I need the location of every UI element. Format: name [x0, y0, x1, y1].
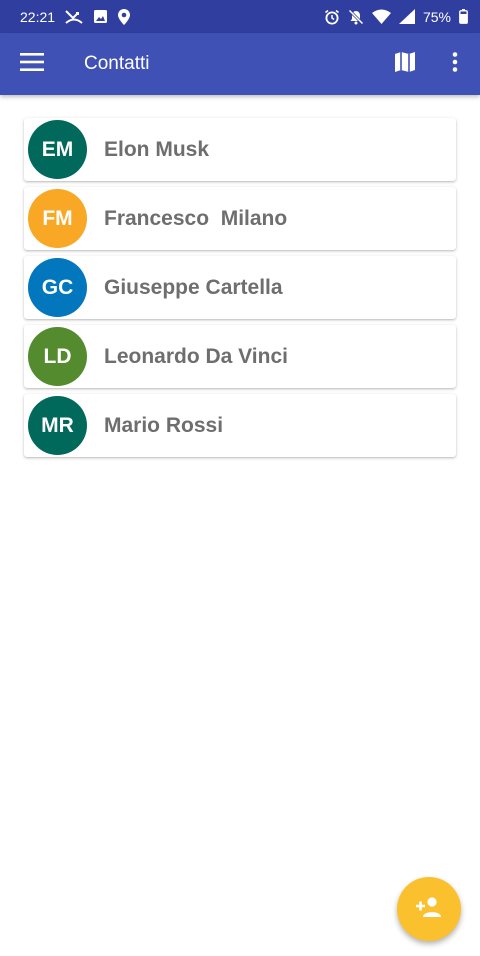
contact-name: Elon Musk	[104, 137, 210, 161]
location-icon	[118, 8, 131, 25]
battery-percent: 75%	[422, 8, 451, 25]
more-vert-icon	[452, 51, 458, 77]
person-add-icon	[415, 896, 443, 922]
battery-icon	[459, 9, 468, 24]
avatar: EM	[28, 120, 87, 179]
notifications-off-icon	[348, 8, 364, 25]
contact-card[interactable]: EM Elon Musk	[24, 118, 456, 181]
status-bar: 22:21 75%	[0, 0, 480, 33]
image-icon	[93, 9, 108, 24]
more-options-button[interactable]	[430, 33, 480, 95]
contact-name: Francesco Milano	[104, 206, 288, 230]
menu-button[interactable]	[0, 33, 64, 95]
contact-name: Giuseppe Cartella	[104, 275, 283, 299]
map-icon	[394, 51, 416, 78]
page-title: Contatti	[84, 53, 150, 74]
map-button[interactable]	[380, 33, 430, 95]
status-time: 22:21	[20, 8, 56, 25]
alarm-icon	[324, 9, 340, 25]
wifi-icon	[371, 9, 391, 24]
signal-icon	[398, 9, 415, 24]
avatar: GC	[28, 258, 87, 317]
contact-card[interactable]: GC Giuseppe Cartella	[24, 256, 456, 319]
avatar: MR	[28, 396, 87, 455]
avatar: LD	[28, 327, 87, 386]
contact-card[interactable]: FM Francesco Milano	[24, 187, 456, 250]
app-bar: Contatti	[0, 33, 480, 95]
contact-card[interactable]: LD Leonardo Da Vinci	[24, 325, 456, 388]
avatar: FM	[28, 189, 87, 248]
contact-name: Leonardo Da Vinci	[104, 344, 288, 368]
missed-call-icon	[65, 9, 83, 24]
contact-name: Mario Rossi	[104, 413, 224, 437]
add-contact-button[interactable]	[397, 877, 461, 941]
menu-icon	[20, 52, 44, 76]
contact-card[interactable]: MR Mario Rossi	[24, 394, 456, 457]
contact-list: EM Elon Musk FM Francesco Milano GC Gius…	[24, 118, 456, 463]
